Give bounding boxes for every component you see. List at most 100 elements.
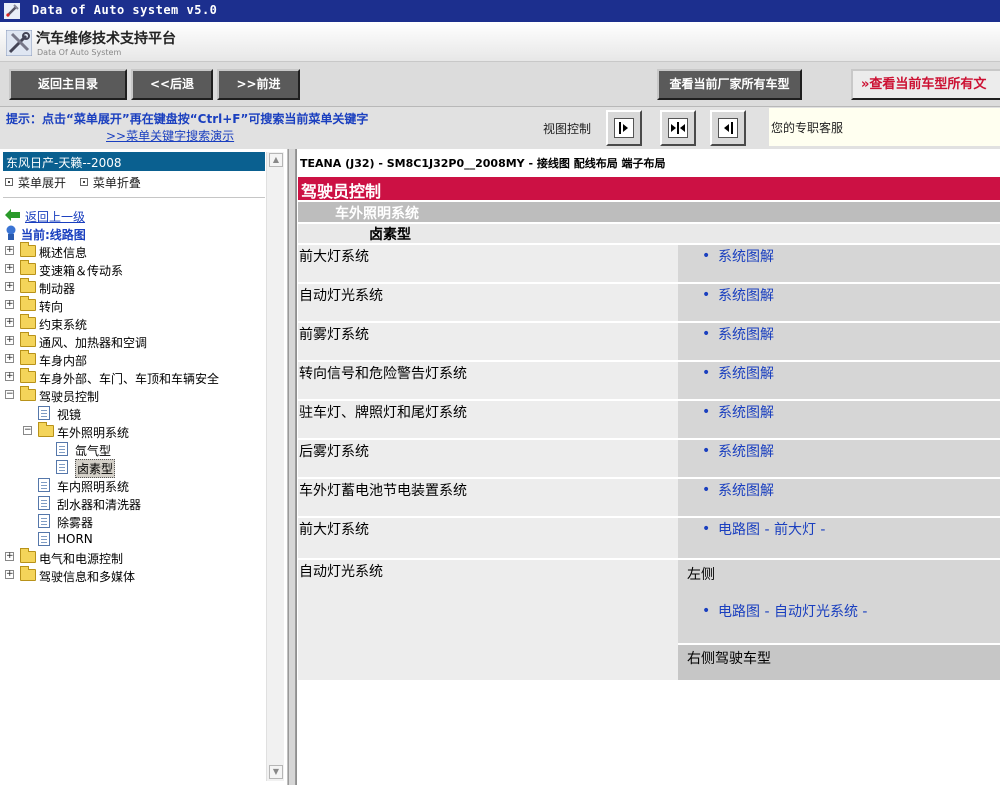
bullet-icon: •	[702, 365, 711, 381]
customer-service: 您的专职客服	[769, 108, 1000, 146]
folder-icon	[20, 350, 36, 365]
system-links: • 系统图解	[678, 362, 1000, 399]
expand-plus-icon: +	[5, 281, 14, 291]
document-icon	[38, 406, 50, 420]
circuit-diagram-link[interactable]: 电路图 - 前大灯 -	[718, 519, 825, 539]
tree-item-label: HORN	[57, 532, 93, 546]
view-split-button[interactable]	[660, 110, 696, 146]
bullet-icon: •	[702, 482, 711, 498]
window-title: Data of Auto system v5.0	[32, 3, 218, 17]
tree-item-label: 氙气型	[75, 444, 112, 458]
system-links: • 系统图解	[678, 479, 1000, 516]
diagram-link[interactable]: 系统图解	[718, 480, 774, 500]
app-header: 汽车维修技术支持平台 Data Of Auto System	[0, 22, 1000, 62]
all-vendor-models-button[interactable]: 查看当前厂家所有车型	[657, 69, 802, 100]
tree-item-label: 制动器	[39, 282, 76, 296]
bullet-icon: •	[702, 287, 711, 303]
all-current-models-button[interactable]: »查看当前车型所有文	[851, 69, 1000, 100]
location-pin-icon	[6, 225, 16, 240]
menu-expand-label: 菜单展开	[18, 176, 67, 190]
menu-expand-button[interactable]: 菜单展开	[5, 176, 66, 190]
tree-item-label: 通风、加热器和空调	[39, 336, 148, 350]
tree-item-label: 车内照明系统	[57, 480, 130, 494]
section-heading: 驾驶员控制	[298, 177, 1000, 201]
system-name: 前大灯系统	[298, 245, 678, 282]
menu-collapse-label: 菜单折叠	[92, 176, 141, 190]
back-arrow-icon	[5, 209, 20, 221]
folder-icon	[20, 566, 36, 581]
tree-item-label: 车身外部、车门、车顶和车辆安全	[39, 372, 220, 386]
breadcrumb: TEANA (J32) - SM8C1J32P0__2008MY - 接线图 配…	[300, 157, 666, 170]
system-name: 前大灯系统	[298, 518, 678, 558]
tree-item-label: 驾驶员控制	[39, 390, 100, 404]
system-links: • 系统图解	[678, 401, 1000, 438]
all-current-models-label: 查看当前车型所有文	[869, 77, 987, 92]
bullet-icon: •	[702, 248, 711, 264]
diagram-link[interactable]: 系统图解	[718, 324, 774, 344]
arrows-inward-icon	[668, 118, 688, 138]
system-links: • 系统图解	[678, 323, 1000, 360]
expand-plus-icon: +	[5, 317, 14, 327]
document-icon	[38, 478, 50, 492]
scroll-down-icon[interactable]: ▼	[269, 765, 283, 779]
tools-logo-icon	[6, 30, 32, 56]
tree-item-label: 驾驶信息和多媒体	[39, 570, 136, 584]
folder-icon	[20, 368, 36, 383]
diagram-link[interactable]: 系统图解	[718, 402, 774, 422]
home-button[interactable]: 返回主目录	[9, 69, 127, 100]
expand-plus-icon: +	[5, 371, 14, 381]
system-name: 自动灯光系统	[298, 284, 678, 321]
subsubsection-heading: 卤素型	[298, 224, 1000, 243]
tree-item-label: 变速箱＆传动系	[39, 264, 124, 278]
document-icon	[38, 532, 50, 546]
forward-button[interactable]: >>前进	[217, 69, 300, 100]
current-location-label: 当前:线路图	[21, 228, 86, 242]
back-button[interactable]: <<后退	[131, 69, 213, 100]
expand-plus-icon: +	[5, 353, 14, 363]
folder-icon	[20, 242, 36, 257]
left-side-label: 左侧	[687, 567, 715, 583]
tree-item-label: 卤素型	[75, 459, 116, 478]
folder-icon	[20, 314, 36, 329]
tree-item-label: 约束系统	[39, 318, 88, 332]
diagram-link[interactable]: 系统图解	[718, 246, 774, 266]
tree-item-label: 电气和电源控制	[39, 552, 124, 566]
folder-icon	[20, 296, 36, 311]
toolbar: 返回主目录 <<后退 >>前进 查看当前厂家所有车型 »查看当前车型所有文	[0, 62, 1000, 107]
search-demo-link[interactable]: >>菜单关键字搜索演示	[106, 127, 234, 144]
panel-splitter[interactable]	[288, 149, 296, 785]
view-control-label: 视图控制	[543, 122, 592, 136]
system-name: 车外灯蓄电池节电装置系统	[298, 479, 678, 516]
diagram-link[interactable]: 系统图解	[718, 285, 774, 305]
bullet-icon: •	[702, 443, 711, 459]
folder-icon	[20, 278, 36, 293]
tree-item-label: 车身内部	[39, 354, 88, 368]
system-name: 自动灯光系统	[298, 560, 678, 680]
system-links: • 系统图解	[678, 245, 1000, 282]
arrow-right-icon	[614, 118, 634, 138]
circuit-diagram-link[interactable]: 电路图 - 自动灯光系统 -	[718, 601, 867, 621]
expand-plus-icon: +	[5, 299, 14, 309]
diagram-link[interactable]: 系统图解	[718, 441, 774, 461]
diagram-link[interactable]: 系统图解	[718, 363, 774, 383]
view-expand-left-button[interactable]	[710, 110, 746, 146]
app-window: Data of Auto system v5.0 汽车维修技术支持平台 Data…	[0, 0, 1000, 785]
wrench-app-icon	[4, 3, 20, 19]
open-folder-icon	[38, 422, 54, 437]
system-links: 左侧 • 电路图 - 自动灯光系统 -	[678, 560, 1000, 643]
scroll-up-icon[interactable]: ▲	[269, 153, 283, 167]
platform-subtitle: Data Of Auto System	[37, 48, 122, 57]
expand-plus-icon: +	[5, 551, 14, 561]
sidebar-scrollbar[interactable]: ▲ ▼	[266, 152, 284, 781]
platform-title: 汽车维修技术支持平台	[36, 31, 176, 47]
system-links: • 系统图解	[678, 284, 1000, 321]
system-sub-row: 右侧驾驶车型	[678, 643, 1000, 680]
view-expand-right-button[interactable]	[606, 110, 642, 146]
tree-item-label: 车外照明系统	[57, 426, 130, 440]
menu-collapse-button[interactable]: 菜单折叠	[79, 176, 141, 190]
expand-plus-icon: +	[5, 245, 14, 255]
expand-plus-icon: +	[5, 335, 14, 345]
title-bar: Data of Auto system v5.0	[0, 0, 1000, 22]
menu-controls: 菜单展开 菜单折叠	[5, 174, 141, 191]
vehicle-title: 东风日产-天籁--2008	[3, 152, 265, 171]
